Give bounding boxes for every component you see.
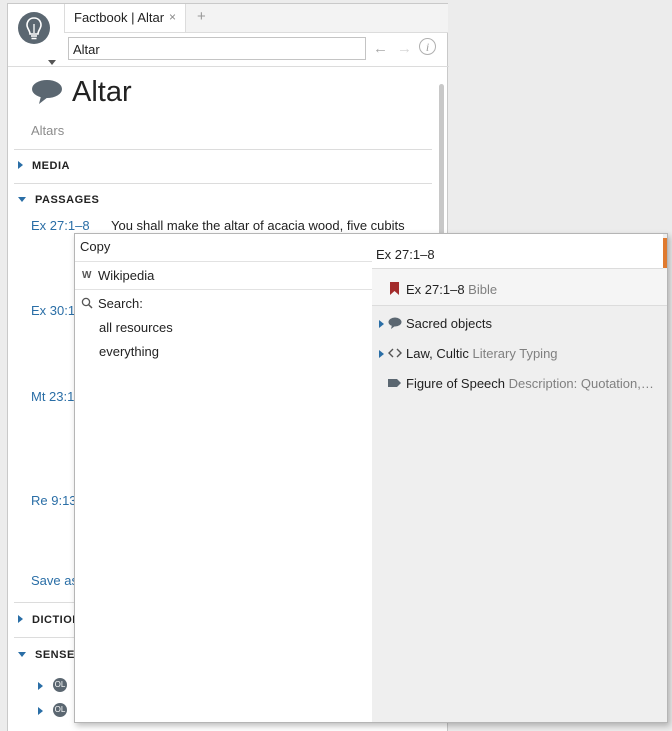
chevron-down-icon [48, 60, 56, 65]
law-cultic-item[interactable]: Law, Cultic Literary Typing [372, 344, 667, 366]
collapse-arrow-icon [18, 197, 26, 202]
expand-arrow-icon [379, 320, 384, 328]
search-everything-item[interactable]: everything [75, 344, 372, 366]
context-menu: Copy W Wikipedia Search: all resources e… [74, 233, 668, 723]
passage-text: You shall make the altar of acacia wood,… [111, 218, 405, 233]
close-icon[interactable]: × [169, 10, 176, 24]
back-arrow-icon[interactable]: ← [373, 40, 388, 57]
info-icon[interactable]: i [419, 38, 436, 55]
section-media-label: MEDIA [32, 160, 70, 172]
passage-ref[interactable]: Re 9:13 [31, 493, 77, 508]
add-tab-icon[interactable]: + [197, 8, 206, 25]
passage-ref[interactable]: Mt 23:1 [31, 389, 74, 404]
section-passages-label: PASSAGES [35, 194, 100, 206]
law-cultic-label: Law, Cultic Literary Typing [406, 346, 558, 361]
section-passages[interactable]: PASSAGES [18, 194, 99, 206]
wikipedia-menu-item[interactable]: W Wikipedia [75, 262, 372, 290]
wikipedia-icon: W [82, 270, 92, 281]
sacred-objects-item[interactable]: Sacred objects [372, 314, 667, 336]
wikipedia-label: Wikipedia [98, 268, 155, 283]
expand-arrow-icon [18, 161, 23, 169]
section-senses[interactable]: SENSES [18, 649, 83, 661]
search-input-value: Altar [73, 42, 100, 57]
tag-icon [388, 379, 401, 387]
copy-label: Copy [80, 239, 111, 254]
accent-bar [663, 238, 667, 268]
figure-of-speech-item[interactable]: Figure of Speech Description: Quotation,… [372, 374, 667, 396]
context-menu-actions: Copy W Wikipedia Search: all resources e… [75, 234, 372, 722]
section-media[interactable]: MEDIA [18, 160, 70, 172]
factbook-app-menu[interactable] [18, 12, 56, 65]
bookmark-icon [390, 282, 399, 295]
toolbar-divider [8, 66, 449, 67]
tab-title: Factbook | Altar [74, 10, 165, 25]
search-icon [81, 297, 93, 309]
search-all-resources-item[interactable]: all resources [75, 320, 372, 342]
search-input[interactable]: Altar [68, 37, 366, 60]
tab-strip: Factbook | Altar × + [64, 4, 448, 33]
divider [14, 183, 432, 184]
expand-arrow-icon [38, 682, 43, 690]
search-all-resources-label: all resources [99, 320, 173, 335]
page-subtitle: Altars [31, 123, 65, 138]
page-title: Altar [72, 76, 132, 108]
search-everything-label: everything [99, 344, 159, 359]
speech-bubble-icon [388, 317, 402, 329]
context-menu-info-panel: Ex 27:1–8 Ex 27:1–8 Bible Sacred objects… [372, 234, 667, 722]
speech-bubble-icon [32, 80, 62, 104]
search-menu-heading: Search: [75, 294, 372, 316]
selection-reference-header: Ex 27:1–8 [372, 234, 663, 269]
sense-icon: OL [53, 703, 67, 717]
bible-reference-label: Ex 27:1–8 Bible [406, 282, 498, 297]
expand-arrow-icon [38, 707, 43, 715]
tab-factbook[interactable]: Factbook | Altar × [64, 4, 186, 32]
expand-arrow-icon [379, 350, 384, 358]
search-label: Search: [98, 296, 143, 311]
sense-icon: OL [53, 678, 67, 692]
figure-of-speech-label: Figure of Speech Description: Quotation,… [406, 376, 654, 391]
divider [14, 149, 432, 150]
bible-reference-item[interactable]: Ex 27:1–8 Bible [372, 269, 667, 306]
expand-arrow-icon [18, 615, 23, 623]
sacred-objects-label: Sacred objects [406, 316, 492, 331]
copy-menu-item[interactable]: Copy [75, 234, 372, 262]
section-dictionaries[interactable]: DICTION [18, 614, 81, 626]
code-brackets-icon [388, 348, 402, 358]
save-as-link[interactable]: Save as [31, 573, 78, 588]
collapse-arrow-icon [18, 652, 26, 657]
lightbulb-icon [18, 12, 50, 44]
selection-reference: Ex 27:1–8 [376, 247, 435, 262]
forward-arrow-icon[interactable]: → [397, 40, 412, 57]
passage-ref[interactable]: Ex 27:1–8 [31, 218, 90, 233]
